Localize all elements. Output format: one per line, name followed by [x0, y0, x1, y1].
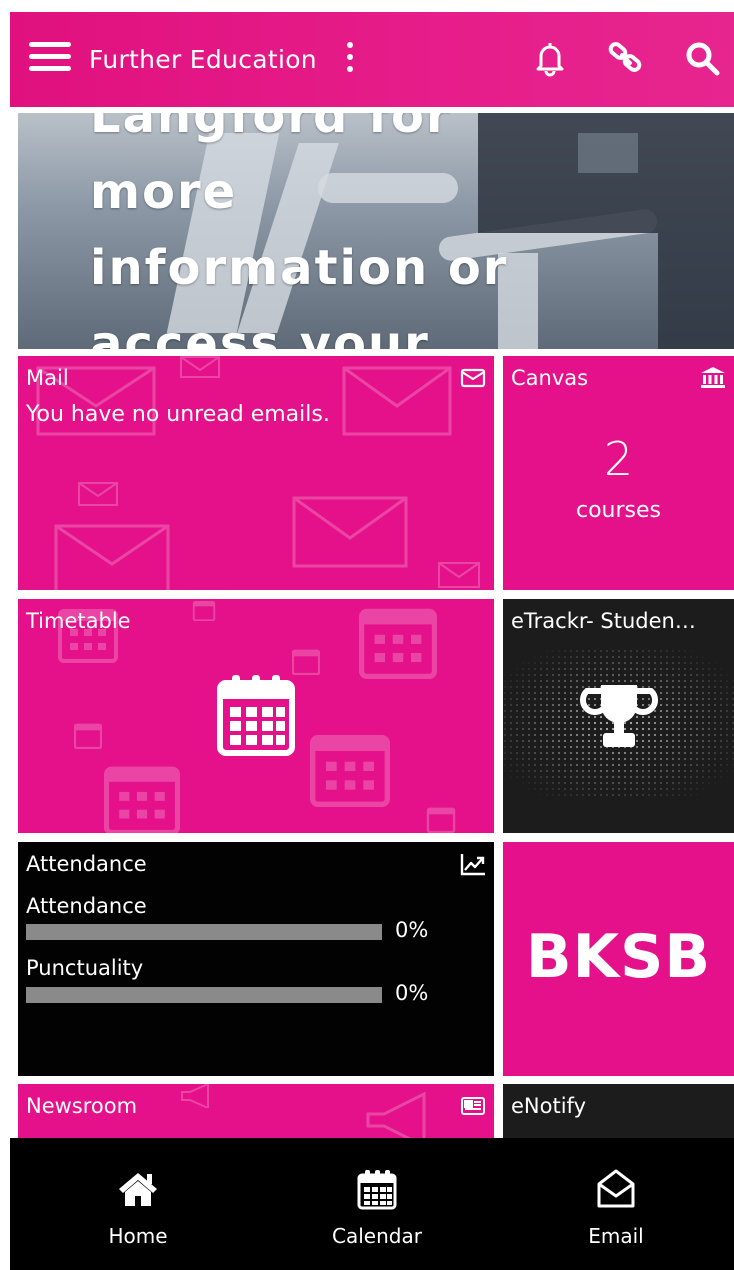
enotify-tile-label: eNotify — [511, 1094, 586, 1118]
bank-icon — [700, 366, 726, 390]
megaphone-decoration — [178, 1084, 218, 1108]
attendance-tile[interactable]: Attendance Attendance 0% Punctuality 0% — [18, 842, 494, 1076]
canvas-course-count: 2 — [603, 432, 634, 486]
calendar-decoration — [426, 805, 456, 833]
envelope-decoration — [438, 562, 480, 588]
envelope-icon — [460, 366, 486, 390]
search-icon[interactable] — [682, 38, 722, 78]
mail-tile[interactable]: Mail You have no unread emails. — [18, 356, 494, 590]
attendance-tile-label: Attendance — [26, 852, 147, 876]
link-icon[interactable] — [606, 38, 646, 78]
newspaper-icon — [460, 1094, 486, 1118]
nav-calendar[interactable]: Calendar — [287, 1138, 467, 1270]
canvas-tile-label: Canvas — [511, 366, 589, 390]
nav-calendar-label: Calendar — [332, 1224, 422, 1248]
bottom-navigation: Home Calendar Email — [10, 1138, 734, 1270]
nav-home[interactable]: Home — [48, 1138, 228, 1270]
newsroom-tile[interactable]: Newsroom — [18, 1084, 494, 1138]
etrackr-tile-label: eTrackr- Studen… — [511, 609, 696, 633]
punctuality-progress-bar — [26, 987, 382, 1003]
banner-text: Langford for more information or access … — [90, 113, 509, 349]
nav-email[interactable]: Email — [526, 1138, 706, 1270]
envelope-decoration — [78, 482, 118, 506]
envelope-decoration — [54, 524, 170, 590]
canvas-course-unit: courses — [575, 498, 661, 523]
trophy-icon — [579, 683, 659, 755]
attendance-percent: 0% — [395, 918, 429, 942]
calendar-decoration — [74, 721, 102, 749]
megaphone-decoration — [362, 1090, 442, 1138]
calendar-icon — [356, 1168, 398, 1210]
more-vertical-icon[interactable] — [344, 40, 356, 80]
hero-banner[interactable]: Langford for more information or access … — [18, 113, 734, 349]
bksb-logo-text: BKSB — [525, 922, 712, 992]
timetable-tile[interactable]: Timetable — [18, 599, 494, 833]
punctuality-percent: 0% — [395, 981, 429, 1005]
attendance-progress-bar — [26, 924, 382, 940]
etrackr-tile[interactable]: eTrackr- Studen… — [503, 599, 734, 833]
envelope-decoration — [292, 496, 408, 568]
mail-tile-label: Mail — [26, 366, 69, 390]
attendance-row-label: Attendance — [26, 894, 147, 918]
envelope-decoration — [342, 366, 452, 436]
timetable-tile-label: Timetable — [26, 609, 131, 633]
header-title: Further Education — [89, 45, 317, 74]
nav-email-label: Email — [588, 1224, 644, 1248]
calendar-decoration — [358, 601, 438, 679]
calendar-decoration — [190, 599, 218, 621]
punctuality-row-label: Punctuality — [26, 956, 144, 980]
calendar-decoration — [308, 727, 392, 807]
calendar-decoration — [102, 759, 182, 833]
app-header: Further Education — [10, 12, 734, 107]
calendar-decoration — [292, 647, 320, 675]
bell-icon[interactable] — [530, 38, 570, 78]
email-open-icon — [595, 1168, 637, 1210]
mail-message: You have no unread emails. — [26, 402, 330, 427]
bksb-tile[interactable]: BKSB — [503, 842, 734, 1076]
enotify-tile[interactable]: eNotify — [503, 1084, 734, 1138]
menu-icon[interactable] — [29, 40, 71, 74]
trend-icon — [460, 852, 486, 876]
calendar-icon — [216, 671, 296, 761]
canvas-tile[interactable]: Canvas 2 courses — [503, 356, 734, 590]
home-icon — [117, 1168, 159, 1210]
nav-home-label: Home — [108, 1224, 168, 1248]
envelope-decoration — [180, 356, 220, 378]
newsroom-tile-label: Newsroom — [26, 1094, 138, 1118]
